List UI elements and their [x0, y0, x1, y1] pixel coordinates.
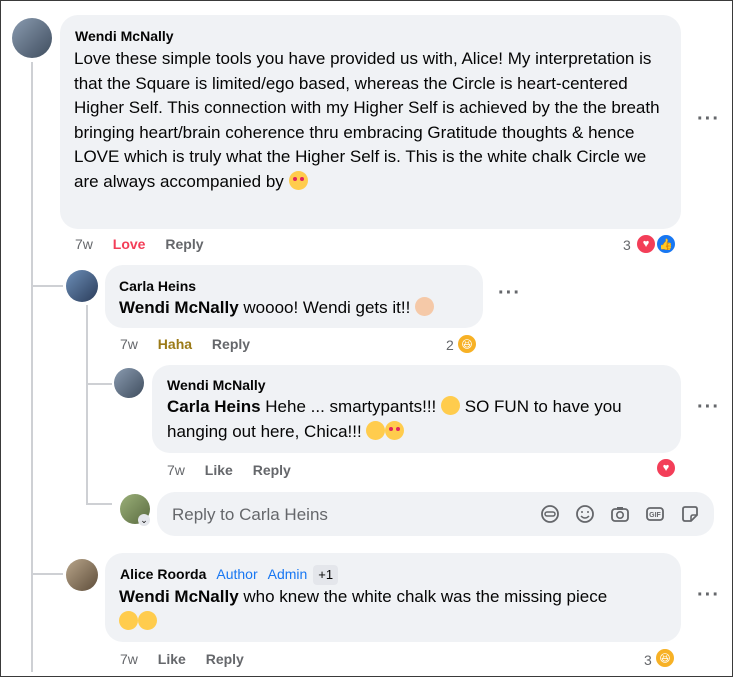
more-badges-button[interactable]: +1 [313, 565, 339, 585]
crying-laughing-emoji-icon [138, 610, 157, 630]
camera-icon[interactable] [610, 504, 630, 524]
more-options-icon[interactable]: ··· [697, 108, 720, 131]
thread-branch [31, 285, 63, 287]
avatar[interactable] [66, 270, 98, 302]
comment-actions: 7w Haha Reply [120, 336, 266, 352]
comment-author[interactable]: Wendi McNally [167, 376, 266, 394]
mention-link[interactable]: Wendi McNally [119, 298, 239, 317]
comment-actions: 7w Like Reply [167, 462, 307, 478]
more-options-icon[interactable]: ··· [697, 584, 720, 607]
thread-line [86, 305, 88, 505]
like-button[interactable]: Like [158, 651, 186, 667]
timestamp[interactable]: 7w [120, 651, 138, 667]
reply-placeholder: Reply to Carla Heins [172, 505, 328, 524]
comment-body: Love these simple tools you have provide… [74, 49, 660, 191]
comment-actions: 7w Love Reply [75, 236, 220, 252]
comment-author[interactable]: Alice Roorda [120, 566, 206, 582]
thread-branch [31, 573, 63, 575]
avatar-sticker-icon[interactable] [540, 504, 560, 524]
smiling-hearts-emoji-icon [385, 420, 405, 440]
emoji-icon[interactable] [575, 504, 595, 524]
crying-laughing-emoji-icon [119, 610, 138, 630]
comment-author[interactable]: Carla Heins [119, 277, 196, 295]
reply-button[interactable]: Reply [253, 462, 291, 478]
avatar[interactable] [12, 18, 52, 58]
chevron-down-icon[interactable]: ⌄ [138, 514, 150, 526]
comment-bubble: Alice Roorda Author Admin +1 Wendi McNally … [105, 553, 681, 642]
reaction-count[interactable]: 2 [446, 337, 454, 353]
more-options-icon[interactable]: ··· [498, 282, 521, 305]
comment-text: Love these simple tools you have provide… [74, 47, 674, 194]
love-reaction-button[interactable]: Love [113, 236, 146, 252]
svg-text:GIF: GIF [649, 512, 661, 519]
more-options-icon[interactable]: ··· [697, 396, 720, 419]
thread-line [31, 62, 33, 672]
reply-button[interactable]: Reply [212, 336, 250, 352]
comment-text: Carla Heins Hehe ... smartypants!!! SO F… [167, 395, 672, 444]
comment-header: Alice Roorda Author Admin +1 [120, 565, 339, 585]
comment-text: Wendi McNally who knew the white chalk w… [119, 585, 674, 634]
comment-author[interactable]: Wendi McNally [75, 27, 174, 45]
comment-bubble: Carla Heins Wendi McNally woooo! Wendi g… [105, 265, 483, 328]
reaction-count[interactable]: 3 [623, 237, 631, 253]
gif-icon[interactable]: GIF [645, 504, 665, 524]
thread-branch [86, 503, 112, 505]
comment-text: Wendi McNally woooo! Wendi gets it!! [119, 296, 479, 321]
reaction-count[interactable]: 3 [644, 652, 652, 668]
reply-button[interactable]: Reply [165, 236, 203, 252]
avatar[interactable] [114, 368, 144, 398]
smiling-hearts-emoji-icon [288, 170, 308, 190]
timestamp[interactable]: 7w [120, 336, 138, 352]
like-button[interactable]: Like [205, 462, 233, 478]
avatar[interactable] [66, 559, 98, 591]
admin-badge: Admin [267, 566, 308, 582]
mention-link[interactable]: Carla Heins [167, 397, 261, 416]
praying-hands-emoji-icon [415, 297, 435, 316]
timestamp[interactable]: 7w [75, 236, 93, 252]
mention-link[interactable]: Wendi McNally [119, 587, 239, 606]
comment-body: Hehe ... smartypants!!! [260, 397, 437, 416]
love-reaction-icon: ♥ [635, 233, 657, 255]
comment-body: woooo! Wendi gets it!! [238, 298, 411, 317]
like-reaction-icon: 👍 [655, 233, 677, 255]
comment-body: who knew the white chalk was the missing… [238, 587, 608, 606]
timestamp[interactable]: 7w [167, 462, 185, 478]
comment-bubble: Wendi McNally Love these simple tools yo… [60, 15, 681, 229]
rolling-laughing-emoji-icon [441, 396, 461, 415]
haha-reaction-icon: 😆 [456, 333, 478, 355]
comment-actions: 7w Like Reply [120, 651, 260, 667]
reply-button[interactable]: Reply [206, 651, 244, 667]
love-reaction-icon[interactable]: ♥ [655, 457, 677, 479]
comment-bubble: Wendi McNally Carla Heins Hehe ... smart… [152, 365, 681, 453]
upside-down-face-emoji-icon [366, 420, 386, 440]
haha-reaction-icon: 😆 [654, 647, 676, 669]
sticker-icon[interactable] [680, 504, 700, 524]
haha-reaction-button[interactable]: Haha [158, 336, 192, 352]
reply-input[interactable]: Reply to Carla Heins GIF [157, 492, 714, 536]
thread-branch [86, 383, 112, 385]
author-badge: Author [216, 566, 258, 582]
